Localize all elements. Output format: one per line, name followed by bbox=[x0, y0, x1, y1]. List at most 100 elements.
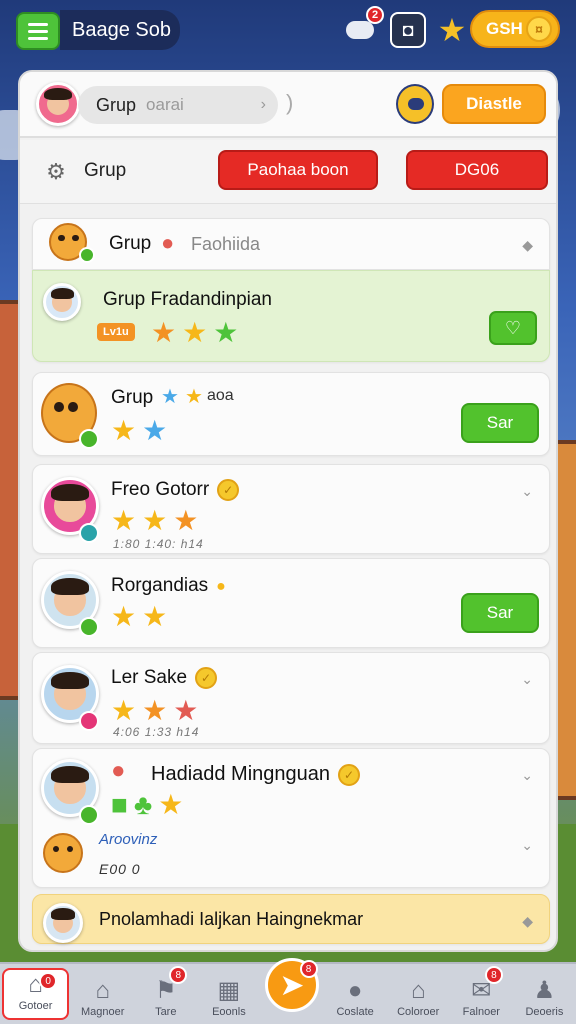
nav-item-home[interactable]: ⌂ Gotoer 0 bbox=[2, 968, 70, 1020]
heart-button[interactable]: ♡ bbox=[489, 311, 537, 345]
chevron-down-icon[interactable]: ⌄ bbox=[521, 837, 533, 854]
gear-icon[interactable]: ⚙ bbox=[44, 160, 68, 184]
join-button[interactable]: Sar bbox=[461, 593, 539, 633]
star-icon: ★ bbox=[111, 505, 137, 536]
item-name: Pnolamhadi Ialjkan Haingnekmar bbox=[99, 909, 364, 929]
star-icon: ★ bbox=[142, 601, 168, 632]
bottom-nav: ⌂ Gotoer 0 ⌂ Magnoer ⚑ Tare 8 ▦ Eoonls ➤… bbox=[0, 958, 576, 1024]
nav-label: Coloroer bbox=[397, 1006, 440, 1018]
coin-icon: ¤ bbox=[526, 16, 552, 42]
chevron-down-icon[interactable]: ⌄ bbox=[521, 483, 533, 500]
level-badge: Lv1u bbox=[97, 323, 135, 341]
app-title: Baage Sob bbox=[60, 10, 180, 50]
coin-icon: ✓ bbox=[338, 763, 361, 786]
avatar-face bbox=[50, 908, 76, 934]
online-indicator bbox=[79, 429, 99, 449]
sub-item-meta: E00 0 bbox=[99, 861, 141, 877]
notification-badge: 2 bbox=[366, 6, 384, 24]
online-indicator bbox=[79, 617, 99, 637]
list-item[interactable]: Grup ● Faohiida ◆ bbox=[32, 218, 550, 270]
nav-label: Deoeris bbox=[525, 1006, 564, 1018]
group-bar: ⚙ Grup Paohaa boon DG06 bbox=[20, 140, 556, 204]
item-name: Rorgandias ● bbox=[111, 573, 226, 601]
avatar-face bbox=[51, 577, 89, 616]
camera-icon[interactable]: ◘ bbox=[390, 12, 426, 48]
list-item[interactable]: ● Hadiadd Mingnguan ✓ ■ ♣ ★ ⌄ Aroovinz E0… bbox=[32, 748, 550, 888]
star-icon: ★ bbox=[173, 505, 199, 536]
nav-item-collect[interactable]: ● Coslate bbox=[324, 964, 387, 1024]
item-subtitle: Faohiida bbox=[191, 234, 261, 254]
list-item[interactable]: Ler Sake ✓ ★ ★ ★ 4:06 1:33 h14 ⌄ bbox=[32, 652, 550, 744]
search-input[interactable]: Grup oarai › bbox=[78, 86, 278, 124]
star-rating: ★ ★ ★ bbox=[111, 507, 198, 535]
star-rating: ★ ★ ★ bbox=[151, 319, 238, 347]
user-avatar[interactable] bbox=[36, 82, 80, 126]
menu-line bbox=[28, 29, 48, 33]
search-placeholder: oarai bbox=[146, 95, 184, 114]
star-icon: ★ bbox=[142, 505, 168, 536]
star-icon: ★ bbox=[161, 386, 179, 408]
nav-item-events[interactable]: ▦ Eoonls bbox=[197, 964, 260, 1024]
chevron-down-icon[interactable]: ◆ bbox=[522, 237, 533, 254]
nav-item-profile[interactable]: ♟ Deoeris bbox=[513, 964, 576, 1024]
star-icon: ★ bbox=[185, 386, 203, 408]
avatar-face bbox=[51, 483, 89, 522]
star-icon: ★ bbox=[142, 415, 168, 446]
menu-button[interactable] bbox=[16, 12, 60, 50]
item-name-text: Ler Sake bbox=[111, 667, 188, 689]
chevron-down-icon[interactable]: ⌄ bbox=[521, 767, 533, 784]
list-item[interactable]: Rorgandias ● ★ ★ Sar bbox=[32, 558, 550, 648]
online-indicator bbox=[79, 805, 99, 825]
cloud-icon[interactable]: 2 bbox=[342, 6, 384, 48]
secondary-red-button[interactable]: DG06 bbox=[406, 150, 548, 190]
item-meta: 4:06 1:33 h14 bbox=[113, 725, 200, 739]
primary-red-button[interactable]: Paohaa boon bbox=[218, 150, 378, 190]
join-button[interactable]: Sar bbox=[461, 403, 539, 443]
header-action-button[interactable]: Diastle bbox=[442, 84, 546, 124]
search-row: Grup oarai › ) Diastle bbox=[20, 72, 556, 138]
emoji-icon: ● bbox=[111, 757, 126, 784]
star-icon: ★ bbox=[158, 789, 184, 820]
star-icon: ★ bbox=[111, 601, 137, 632]
chevron-down-icon[interactable]: ⌄ bbox=[521, 671, 533, 688]
item-name: Grup bbox=[109, 233, 152, 254]
star-icon: ★ bbox=[151, 317, 177, 348]
coin-icon: ✓ bbox=[217, 479, 240, 501]
member-avatar bbox=[43, 903, 83, 943]
list-item[interactable]: Grup Fradandinpian Lv1u ★ ★ ★ ♡ bbox=[32, 270, 550, 362]
person-icon: ♟ bbox=[533, 977, 556, 1004]
nav-center: ➤ 8 bbox=[260, 958, 323, 1024]
nav-item-color[interactable]: ⌂ Coloroer bbox=[387, 964, 450, 1024]
chevron-down-icon[interactable]: ◆ bbox=[522, 913, 533, 930]
calendar-icon: ▦ bbox=[217, 977, 241, 1004]
list-item[interactable]: Pnolamhadi Ialjkan Haingnekmar ◆ bbox=[32, 894, 550, 944]
list-item[interactable]: Freo Gotorr ✓ ★ ★ ★ 1:80 1:40: h14 ⌄ bbox=[32, 464, 550, 554]
item-name: Grup bbox=[111, 387, 154, 408]
star-icon: ★ bbox=[173, 695, 199, 726]
nav-label: Coslate bbox=[336, 1006, 374, 1018]
search-paren: ) bbox=[286, 90, 294, 115]
star-icon: ★ bbox=[111, 695, 137, 726]
item-name-text: Hadiadd Mingnguan bbox=[151, 763, 331, 785]
nav-item-tasks[interactable]: ⚑ Tare 8 bbox=[134, 964, 197, 1024]
mascot-icon[interactable] bbox=[396, 84, 434, 124]
item-name: Freo Gotorr ✓ bbox=[111, 479, 240, 501]
star-icon: ★ bbox=[111, 415, 137, 446]
item-name-text: Rorgandias bbox=[111, 575, 209, 596]
member-avatar bbox=[43, 283, 81, 321]
list-item[interactable]: Grup ★ ★ aoa ★ ★ Sar bbox=[32, 372, 550, 456]
nav-item-house[interactable]: ⌂ Magnoer bbox=[71, 964, 134, 1024]
star-icon: ★ bbox=[213, 317, 239, 348]
search-label: Grup bbox=[96, 94, 137, 115]
sub-item-name: Aroovinz bbox=[99, 831, 158, 848]
top-bar: Baage Sob 2 ◘ ★ GSH ¤ bbox=[0, 0, 576, 60]
menu-line bbox=[28, 36, 48, 40]
star-icon[interactable]: ★ bbox=[434, 12, 470, 48]
coin-icon: ● bbox=[216, 578, 226, 595]
group-label: Grup bbox=[84, 160, 127, 181]
avatar-face bbox=[51, 671, 89, 710]
avatar-face bbox=[51, 765, 89, 804]
nav-item-chat[interactable]: ✉ Falnoer 8 bbox=[450, 964, 513, 1024]
star-icon: ★ bbox=[142, 695, 168, 726]
coin-balance[interactable]: GSH ¤ bbox=[470, 10, 560, 48]
